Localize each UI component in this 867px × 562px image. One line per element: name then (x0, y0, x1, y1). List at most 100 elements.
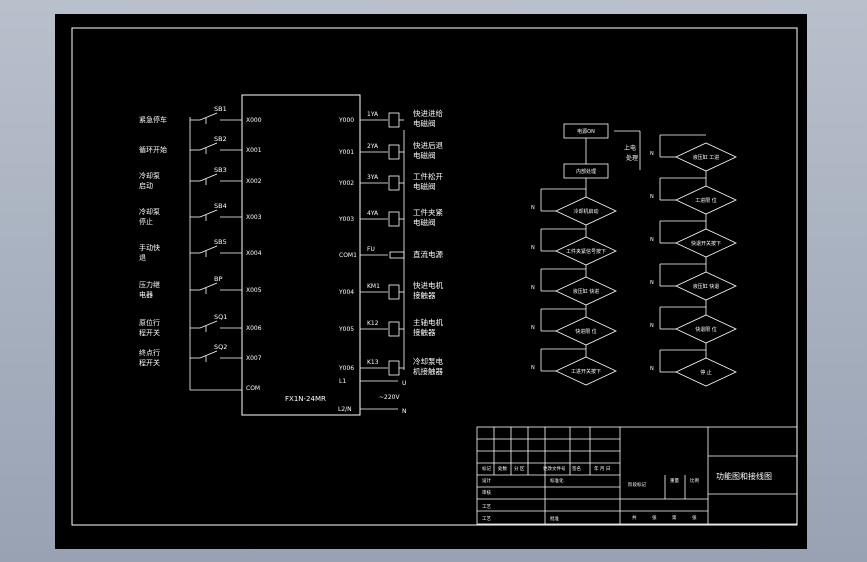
flow-n-label: N (650, 237, 654, 243)
output-label: 快进后退 (413, 140, 443, 150)
output-label-2: 电磁阀 (413, 217, 436, 227)
input-label: 冷却泵 (139, 171, 160, 180)
input-switch-label: SB1 (214, 105, 227, 113)
flow-n-label: N (650, 151, 654, 157)
output-device: K13 (367, 359, 379, 366)
output-label-2: 接触器 (413, 327, 436, 337)
output-device: K12 (367, 320, 379, 327)
output-address: Y005 (338, 326, 354, 333)
tb-zone: 分 区 (514, 465, 525, 472)
tb-craft: 工艺 (482, 504, 491, 510)
output-label: 工件松开 (413, 171, 443, 181)
input-label-2: 电器 (139, 290, 153, 299)
output-device: 3YA (367, 174, 379, 181)
input-address: X005 (246, 287, 262, 294)
flow-node-text: 液压缸 快进 (573, 288, 600, 295)
flow-node-text: 冷却机启动 (573, 208, 598, 215)
output-address: Y002 (338, 180, 354, 187)
flow-n-label: N (531, 365, 535, 371)
flow-n-label: N (650, 280, 654, 286)
power-on-label: 上电 (624, 144, 636, 152)
input-label-2: 程开关 (139, 358, 160, 367)
tb-std: 标准化 (550, 477, 564, 484)
input-switch-label: SB3 (214, 166, 227, 174)
input-switch-label: BP (214, 275, 222, 283)
tb-approve: 批准 (550, 515, 559, 522)
tb-date: 年 月 日 (594, 465, 610, 472)
tb-design: 设计 (482, 477, 491, 484)
input-address: X003 (246, 214, 262, 221)
input-label: 原位行 (139, 318, 160, 327)
flow-n-label: N (650, 194, 654, 200)
output-device: FU (367, 246, 375, 253)
flow-n-label: N (531, 325, 535, 331)
flow-node-text: 快退限 位 (695, 326, 717, 333)
output-label-2: 电磁阀 (413, 181, 436, 191)
processing-label: 处理 (626, 154, 638, 162)
output-address: Y006 (338, 365, 354, 372)
output-label: 主轴电机 (413, 317, 443, 327)
input-address: X002 (246, 178, 262, 185)
tb-scale: 比例 (690, 477, 699, 484)
output-device: KM1 (367, 283, 380, 290)
input-label: 冷却泵 (139, 207, 160, 216)
tb-mark: 标记 (482, 465, 491, 472)
input-switch-label: SQ2 (214, 343, 227, 351)
voltage-label: ~220V (379, 394, 400, 401)
output-label: 冷却泵电 (413, 356, 443, 366)
com-in-label: COM (246, 385, 260, 392)
output-device: 2YA (367, 143, 379, 150)
tb-stage: 阶段标记 (628, 481, 646, 488)
input-label: 压力继 (139, 280, 160, 289)
output-address: Y001 (338, 149, 354, 156)
drawing-sheet: FX1N-24MR 紧急停车SB1X000循环开始SB2X001冷却泵启动SB3… (55, 14, 807, 549)
input-switch-label: SB2 (214, 135, 227, 143)
flow-node-text: 工进限 位 (695, 197, 717, 204)
output-address: Y003 (338, 216, 354, 223)
flow-node-text: 电源ON (577, 128, 595, 135)
output-label-2: 电磁阀 (413, 118, 436, 128)
flow-n-label: N (650, 323, 654, 329)
input-address: X006 (246, 325, 262, 332)
tb-count: 处数 (498, 465, 507, 472)
flow-node-text: 液压缸 工进 (693, 154, 720, 161)
flow-node-text: 液压缸 快退 (693, 283, 720, 290)
input-switch-label: SB4 (214, 202, 227, 210)
output-address: Y000 (338, 117, 354, 124)
output-address: COM1 (339, 252, 357, 259)
input-label: 紧急停车 (139, 115, 167, 124)
flow-n-label: N (531, 285, 535, 291)
tb-sheet-1: 共 (632, 514, 637, 521)
input-label: 循环开始 (139, 145, 167, 154)
input-address: X007 (246, 355, 262, 362)
output-label: 快进电机 (413, 280, 443, 290)
tb-sign: 签名 (572, 465, 581, 472)
input-label-2: 启动 (139, 181, 153, 190)
output-address: Y004 (338, 289, 354, 296)
tb-sheet-2: 张 (652, 514, 657, 521)
flow-node-text: 快进限 位 (575, 328, 597, 335)
input-label: 终点行 (139, 348, 160, 357)
output-label-2: 电磁阀 (413, 150, 436, 160)
input-label-2: 程开关 (139, 328, 160, 337)
output-device: 4YA (367, 210, 379, 217)
flow-node-text: 快退开关按下 (691, 240, 721, 247)
input-label-2: 停止 (139, 217, 153, 226)
tb-sheet-3: 第 (672, 514, 677, 521)
flow-n-label: N (531, 205, 535, 211)
input-switch-label: SQ1 (214, 313, 227, 321)
input-address: X001 (246, 147, 262, 154)
input-address: X000 (246, 117, 262, 124)
input-label: 手动快 (139, 243, 160, 252)
output-label-2: 机接触器 (413, 366, 443, 376)
input-label-2: 退 (139, 253, 146, 262)
l1-label: L1 (339, 378, 346, 385)
output-label: 直流电源 (413, 249, 443, 259)
flow-n-label: N (531, 245, 535, 251)
flow-node-text: 停 止 (700, 369, 712, 376)
tb-sheet-4: 张 (692, 514, 697, 521)
flow-node-text: 工件夹紧信号按下 (566, 248, 606, 255)
l2-label: L2/N (338, 406, 352, 413)
drawing-title: 功能图和接线图 (716, 471, 772, 481)
tb-weight: 重量 (670, 477, 679, 484)
